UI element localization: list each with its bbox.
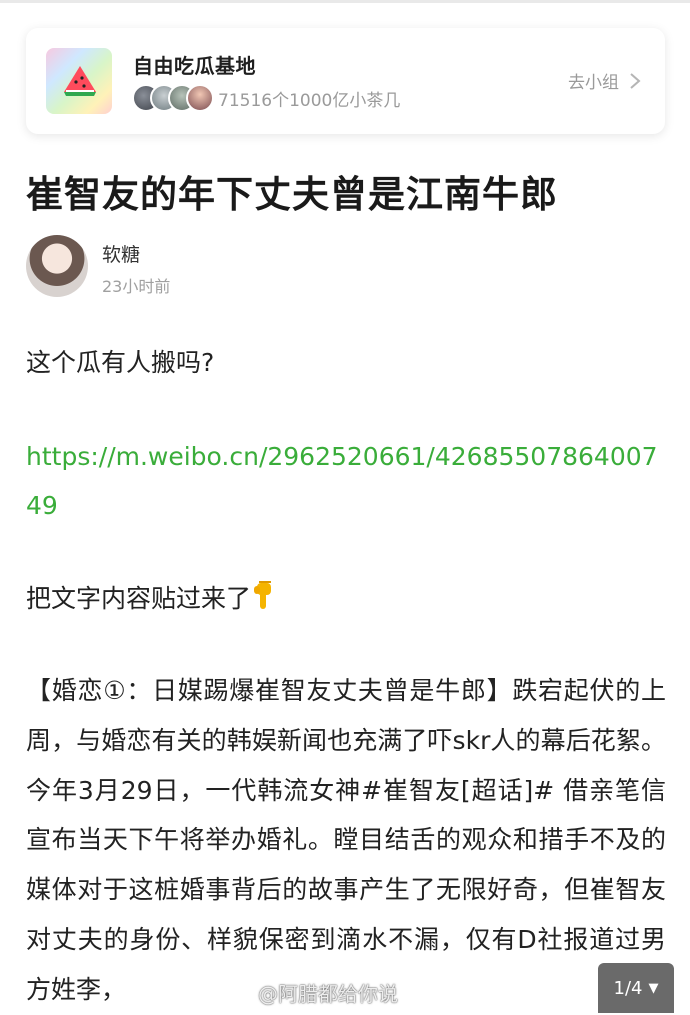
- post-body: 【婚恋①：日媒踢爆崔智友丈夫曾是牛郎】跌宕起伏的上周，与婚恋有关的韩娱新闻也充满…: [26, 676, 666, 1004]
- weibo-link[interactable]: https://m.weibo.cn/2962520661/4268550786…: [26, 432, 666, 530]
- chevron-right-icon: [630, 72, 641, 89]
- watermark: @阿腊都给你说: [258, 982, 398, 1006]
- group-name[interactable]: 自由吃瓜基地: [133, 50, 256, 79]
- author-name[interactable]: 软糖: [102, 240, 140, 267]
- go-to-group-button[interactable]: 去小组: [568, 68, 641, 93]
- author-avatar[interactable]: [26, 235, 88, 297]
- top-divider: [0, 0, 690, 3]
- caret-down-icon: ▼: [648, 980, 659, 996]
- paste-note-line: 把文字内容贴过来了: [26, 576, 666, 621]
- member-avatars: [132, 84, 214, 112]
- post-title: 崔智友的年下丈夫曾是江南牛郎: [26, 173, 558, 216]
- watermelon-icon: [64, 66, 96, 96]
- paste-note-text: 把文字内容贴过来了: [26, 584, 252, 613]
- question-text: 这个瓜有人搬吗?: [26, 348, 215, 377]
- group-logo: [46, 48, 112, 114]
- pointing-down-emoji: [254, 581, 272, 609]
- page-indicator-label: 1/4: [613, 977, 643, 999]
- group-card[interactable]: 自由吃瓜基地 71516个1000亿小茶几 去小组: [26, 28, 665, 134]
- avatar: [186, 84, 214, 112]
- post-content: 这个瓜有人搬吗? https://m.weibo.cn/2962520661/4…: [26, 340, 666, 1015]
- page-indicator-button[interactable]: 1/4 ▼: [598, 963, 674, 1013]
- post-time: 23小时前: [102, 277, 171, 296]
- go-to-group-label: 去小组: [568, 73, 619, 93]
- member-count: 71516个1000亿小茶几: [218, 91, 401, 111]
